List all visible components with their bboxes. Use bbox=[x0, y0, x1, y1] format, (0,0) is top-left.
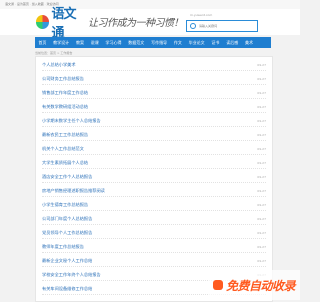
list-item[interactable]: 大学生素质拓展个人总结 09-27 bbox=[42, 158, 266, 169]
list-item-date: 09-27 bbox=[257, 133, 266, 137]
watermark-badge: 免费自动收录 bbox=[208, 270, 300, 300]
list-item[interactable]: 个人总结小学美术 09-27 bbox=[42, 60, 266, 71]
list-item-date: 09-27 bbox=[257, 203, 266, 207]
list-item-date: 09-27 bbox=[257, 63, 266, 67]
list-item-date: 09-27 bbox=[257, 189, 266, 193]
list-item[interactable]: 最新企业文秘个人工作总结 09-27 bbox=[42, 256, 266, 267]
list-item[interactable]: 小学期末数学主任个人总结报告 09-27 bbox=[42, 116, 266, 127]
list-item[interactable]: 小学生德育工作总结报告 09-27 bbox=[42, 200, 266, 211]
list-item-title[interactable]: 机关个人工作总结范文 bbox=[42, 146, 84, 152]
nav-item-lesson-plan[interactable]: 教案 bbox=[73, 37, 88, 48]
slogan: 让习作成为一种习惯！ bbox=[88, 18, 184, 29]
list-item[interactable]: 酒店安全工作个人总结报告 09-27 bbox=[42, 172, 266, 183]
nav-item-sample-essays[interactable]: 数据范文 bbox=[125, 37, 148, 48]
list-item-date: 09-27 bbox=[257, 175, 266, 179]
list-item-title[interactable]: 个人总结小学美术 bbox=[42, 62, 76, 68]
nav-item-study-notes[interactable]: 学习心得 bbox=[102, 37, 125, 48]
nav-item-writing-guide[interactable]: 写作指导 bbox=[148, 37, 171, 48]
nav-item-teaching-design[interactable]: 教学设计 bbox=[50, 37, 73, 48]
list-item-date: 09-27 bbox=[257, 105, 266, 109]
watermark-text: 免费自动收录 bbox=[225, 278, 296, 293]
list-item-date: 09-27 bbox=[257, 77, 266, 81]
list-item-date: 09-27 bbox=[257, 231, 266, 235]
article-list: 个人总结小学美术 09-27 公司财务工作总结报告 09-27 销售部工作年度工作总… bbox=[35, 56, 273, 302]
nav-item-book-review[interactable]: 读后感 bbox=[223, 37, 242, 48]
logo-text: 语文通 bbox=[51, 7, 76, 41]
nav-item-composition[interactable]: 作文 bbox=[170, 37, 185, 48]
list-item-date: 09-27 bbox=[257, 119, 266, 123]
list-item-date: 09-27 bbox=[257, 91, 266, 95]
list-item[interactable]: 公司部门年度个人总结报告 09-27 bbox=[42, 214, 266, 225]
list-item-title[interactable]: 有关数学教研组活动总结 bbox=[42, 104, 88, 110]
list-item-title[interactable]: 小学生德育工作总结报告 bbox=[42, 202, 88, 208]
list-item[interactable]: 房地产销售经理述职报告推荐阅读 09-27 bbox=[42, 186, 266, 197]
list-item-title[interactable]: 党员领导个人工作总结报告 bbox=[42, 230, 92, 236]
list-item-date: 09-27 bbox=[257, 147, 266, 151]
nav-item-home[interactable]: 首页 bbox=[35, 37, 50, 48]
list-item-title[interactable]: 销售部工作年度工作总结 bbox=[42, 90, 88, 96]
list-item-title[interactable]: 公司财务工作总结报告 bbox=[42, 76, 84, 82]
header: 语文通 让习作成为一种习惯！ m.yuwent.com bbox=[0, 7, 300, 41]
search-input[interactable] bbox=[199, 23, 254, 29]
list-item-date: 09-27 bbox=[257, 245, 266, 249]
list-item-title[interactable]: 有关车间设备维修工作总结 bbox=[42, 286, 92, 292]
search-box[interactable] bbox=[186, 20, 258, 32]
list-item-title[interactable]: 学校安全工作年终个人总结报告 bbox=[42, 272, 101, 278]
list-item-title[interactable]: 教师年度工作总结报告 bbox=[42, 244, 84, 250]
nav-item-art[interactable]: 美术 bbox=[242, 37, 257, 48]
list-item[interactable]: 有关数学教研组活动总结 09-27 bbox=[42, 102, 266, 113]
list-item[interactable]: 销售部工作年度工作总结 09-27 bbox=[42, 88, 266, 99]
list-item[interactable]: 公司财务工作总结报告 09-27 bbox=[42, 74, 266, 85]
list-item-title[interactable]: 房地产销售经理述职报告推荐阅读 bbox=[42, 188, 105, 194]
nav-item-lecture[interactable]: 说课 bbox=[87, 37, 102, 48]
list-item-title[interactable]: 公司部门年度个人总结报告 bbox=[42, 216, 92, 222]
list-item[interactable]: 最新农民工工作总结报告 09-27 bbox=[42, 130, 266, 141]
nav-item-thesis[interactable]: 毕业论文 bbox=[185, 37, 208, 48]
list-item-title[interactable]: 最新企业文秘个人工作总结 bbox=[42, 258, 92, 264]
list-item-date: 09-27 bbox=[257, 217, 266, 221]
list-item-title[interactable]: 大学生素质拓展个人总结 bbox=[42, 160, 88, 166]
site-url: m.yuwent.com bbox=[190, 13, 213, 17]
main-nav: 首页 教学设计 教案 说课 学习心得 数据范文 写作指导 作文 毕业论文 证书 … bbox=[35, 37, 271, 48]
list-item[interactable]: 教师年度工作总结报告 09-27 bbox=[42, 242, 266, 253]
list-item-date: 09-27 bbox=[257, 259, 266, 263]
search-icon[interactable] bbox=[190, 23, 196, 29]
list-item[interactable]: 党员领导个人工作总结报告 09-27 bbox=[42, 228, 266, 239]
watermark-logo-icon bbox=[212, 280, 223, 290]
list-item[interactable]: 机关个人工作总结范文 09-27 bbox=[42, 144, 266, 155]
list-item-title[interactable]: 酒店安全工作个人总结报告 bbox=[42, 174, 92, 180]
list-item-date: 09-27 bbox=[257, 161, 266, 165]
list-item-title[interactable]: 小学期末数学主任个人总结报告 bbox=[42, 118, 101, 124]
list-item-title[interactable]: 最新农民工工作总结报告 bbox=[42, 132, 88, 138]
nav-item-certificate[interactable]: 证书 bbox=[208, 37, 223, 48]
site-logo[interactable]: 语文通 bbox=[36, 7, 86, 41]
page: 语文通 · 设为首页 · 加入收藏 · 欢迎访问 语文通 让习作成为一种习惯！ … bbox=[0, 0, 300, 302]
logo-icon bbox=[36, 15, 50, 29]
